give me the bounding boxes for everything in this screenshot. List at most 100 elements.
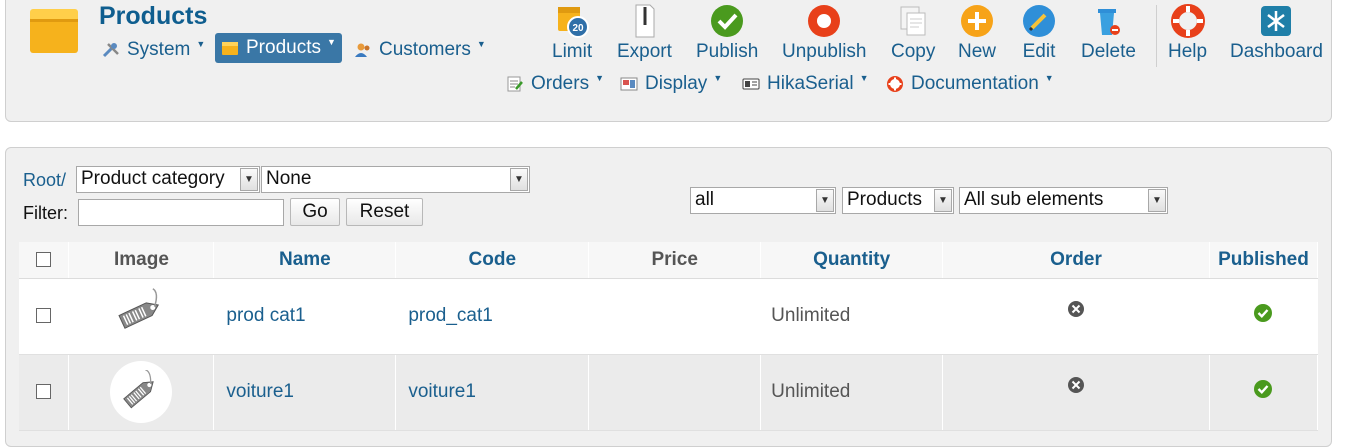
product-image-cell: [68, 278, 215, 355]
row-checkbox[interactable]: [36, 384, 52, 400]
order-status-cell: [942, 278, 1210, 355]
display-icon: [620, 77, 638, 91]
table-row: voiture1 voiture1 Unlimited: [19, 354, 1319, 431]
chevron-down-icon: ▼: [510, 168, 528, 191]
tools-icon: [102, 43, 119, 58]
product-image-cell: [68, 354, 215, 431]
dashboard-label: Dashboard: [1230, 41, 1323, 62]
product-price-cell: [588, 354, 762, 431]
menu-display[interactable]: Display ▼: [620, 73, 722, 95]
category-value: None: [266, 168, 312, 189]
category-type-select[interactable]: Product category ▼: [76, 166, 260, 193]
chevron-down-icon: ▼: [595, 73, 604, 83]
order-column-header[interactable]: Order: [942, 242, 1210, 279]
publish-button[interactable]: Publish: [696, 3, 758, 63]
product-name-link[interactable]: prod cat1: [213, 278, 397, 355]
box-icon: [222, 42, 238, 55]
menu-documentation[interactable]: Documentation ▼: [886, 73, 1054, 95]
top-toolbar-panel: Products System ▼ Products ▼ Customers ▼: [5, 0, 1332, 122]
chevron-down-icon: ▼: [476, 39, 486, 49]
menu-documentation-label: Documentation: [911, 73, 1039, 94]
element-type-select[interactable]: Products ▼: [842, 187, 954, 214]
product-quantity-cell: Unlimited: [760, 354, 944, 431]
filter-input[interactable]: [78, 199, 284, 226]
published-column-header[interactable]: Published: [1209, 242, 1319, 279]
chevron-down-icon: ▼: [859, 73, 869, 83]
export-button[interactable]: Export: [617, 3, 672, 63]
element-type-value: Products: [847, 189, 922, 210]
sub-elements-value: All sub elements: [964, 189, 1104, 210]
published-check-icon[interactable]: [1253, 379, 1273, 399]
toolbar-separator: [1156, 5, 1157, 67]
reset-button[interactable]: Reset: [346, 198, 423, 226]
category-select[interactable]: None ▼: [261, 166, 530, 193]
orders-icon: [507, 76, 523, 92]
new-label: New: [958, 41, 997, 62]
product-price-cell: [588, 278, 762, 355]
pencil-icon: [1023, 5, 1055, 37]
menu-hikaserial-label: HikaSerial: [767, 73, 854, 94]
published-status-cell: [1209, 278, 1319, 355]
select-all-checkbox[interactable]: [36, 252, 52, 268]
product-thumbnail[interactable]: [110, 361, 173, 423]
limit-label: Limit: [552, 41, 593, 62]
quantity-column-header[interactable]: Quantity: [760, 242, 944, 279]
copy-button[interactable]: Copy: [891, 3, 935, 63]
unpublished-x-icon[interactable]: [1067, 376, 1085, 394]
dashboard-button[interactable]: Dashboard: [1230, 3, 1323, 63]
delete-button[interactable]: Delete: [1081, 3, 1136, 63]
product-name-link[interactable]: voiture1: [213, 354, 397, 431]
select-all-header: [19, 242, 70, 279]
unpublish-label: Unpublish: [782, 41, 867, 62]
limit-button[interactable]: 20 Limit: [552, 3, 592, 63]
new-button[interactable]: New: [958, 3, 996, 63]
trash-icon: [1098, 9, 1121, 35]
code-column-header[interactable]: Code: [395, 242, 590, 279]
publish-label: Publish: [696, 41, 759, 62]
menu-orders[interactable]: Orders ▼: [506, 73, 604, 95]
products-box-icon: [30, 9, 78, 53]
help-button[interactable]: Help: [1168, 3, 1207, 63]
go-button[interactable]: Go: [290, 198, 340, 226]
users-icon: [355, 43, 370, 57]
menu-system[interactable]: System ▼: [102, 39, 205, 61]
edit-button[interactable]: Edit: [1021, 3, 1057, 63]
menu-orders-label: Orders: [531, 73, 590, 94]
limit-badge: 20: [573, 23, 585, 34]
menu-display-label: Display: [645, 73, 708, 94]
product-code-link[interactable]: prod_cat1: [395, 278, 590, 355]
plus-icon: [961, 5, 993, 37]
order-status-cell: [942, 354, 1210, 431]
delete-label: Delete: [1081, 41, 1136, 62]
copy-icon: [900, 6, 926, 36]
category-type-value: Product category: [81, 168, 225, 189]
row-checkbox[interactable]: [36, 308, 52, 324]
page-title: Products: [99, 2, 208, 30]
unpublish-button[interactable]: Unpublish: [782, 3, 867, 63]
menu-customers[interactable]: Customers ▼: [354, 39, 486, 61]
image-column-header: Image: [68, 242, 215, 279]
sub-elements-select[interactable]: All sub elements ▼: [959, 187, 1168, 214]
chevron-down-icon: ▼: [326, 37, 336, 47]
copy-label: Copy: [891, 41, 936, 62]
published-filter-select[interactable]: all ▼: [690, 187, 836, 214]
lifebuoy-help-icon: [1170, 4, 1205, 38]
chevron-down-icon: ▼: [196, 39, 206, 49]
published-status-cell: [1209, 354, 1319, 431]
menu-products[interactable]: Products ▼: [215, 33, 342, 63]
product-tag-icon[interactable]: [110, 288, 172, 338]
products-table: Image Name Code Price Quantity Order Pub…: [19, 242, 1319, 431]
publish-check-icon: [711, 5, 744, 37]
published-check-icon[interactable]: [1253, 303, 1273, 323]
breadcrumb-root-link[interactable]: Root/: [23, 170, 66, 191]
edit-label: Edit: [1022, 41, 1056, 62]
product-code-link[interactable]: voiture1: [395, 354, 590, 431]
chevron-down-icon: ▼: [713, 73, 723, 83]
menu-hikaserial[interactable]: HikaSerial ▼: [742, 73, 869, 95]
chevron-down-icon: ▼: [934, 189, 952, 212]
name-column-header[interactable]: Name: [213, 242, 397, 279]
unpublished-x-icon[interactable]: [1067, 300, 1085, 318]
export-label: Export: [617, 41, 672, 62]
unpublish-circle-icon: [808, 5, 841, 37]
product-tag-icon: [123, 370, 155, 409]
